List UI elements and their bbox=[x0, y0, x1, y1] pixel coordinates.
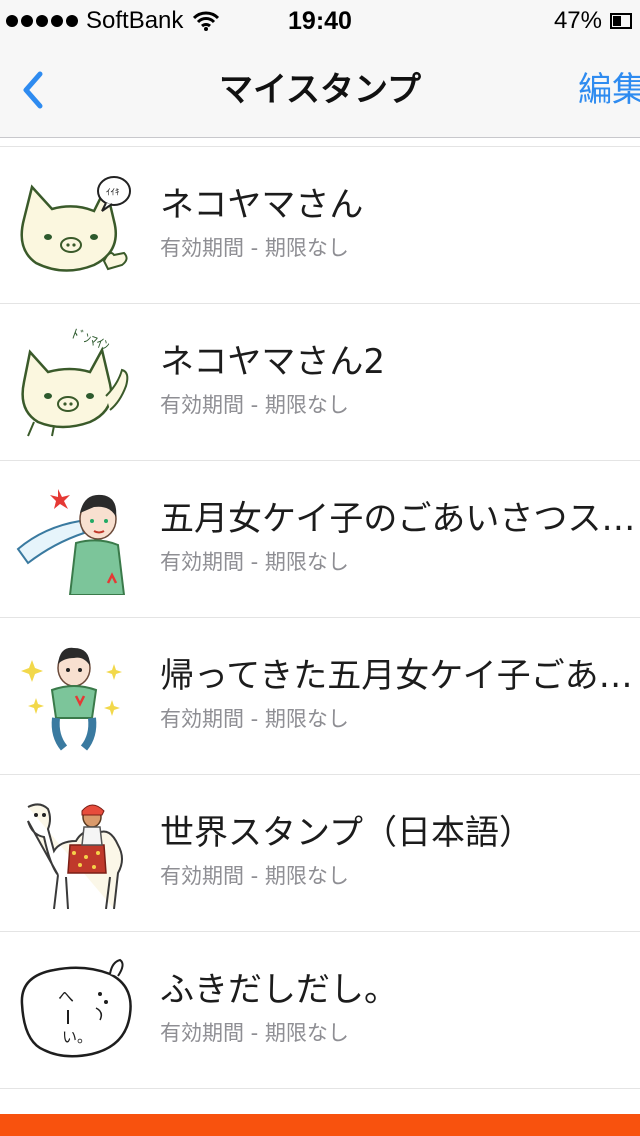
sticker-row[interactable]: 帰ってきた五月女ケイ子ごあ… 有効期間 - 期限なし bbox=[0, 618, 640, 775]
woman-salute-sticker-icon bbox=[16, 489, 126, 595]
battery-level-fill bbox=[613, 16, 622, 26]
edit-button[interactable]: 編集 bbox=[578, 42, 640, 138]
svg-text:ｲｲｷ: ｲｲｷ bbox=[106, 188, 120, 198]
sticker-title: 帰ってきた五月女ケイ子ごあ… bbox=[160, 656, 633, 696]
bottom-banner[interactable] bbox=[0, 1114, 640, 1136]
page-title: マイスタンプ bbox=[219, 70, 421, 110]
sticker-row[interactable]: ﾄﾞﾝﾏｲﾝ ネコヤマさん2 有効期間 - 期限なし bbox=[0, 304, 640, 461]
sticker-list: ｲｲｷ ネコヤマさん 有効期間 - 期限なし ﾄﾞﾝﾏｲﾝ ネコヤマさん2 有効… bbox=[0, 146, 640, 1089]
sticker-validity: 有効期間 - 期限なし bbox=[160, 393, 349, 417]
battery-percent: 47% bbox=[553, 7, 602, 34]
status-bar: SoftBank 19:40 47% bbox=[0, 0, 640, 42]
sticker-title: ネコヤマさん bbox=[160, 185, 364, 225]
sticker-validity: 有効期間 - 期限なし bbox=[160, 864, 349, 888]
cat-waving-sticker-icon: ﾄﾞﾝﾏｲﾝ bbox=[21, 327, 129, 437]
speech-bubble-sticker-icon: へ い。 bbox=[20, 958, 132, 1058]
status-time: 19:40 bbox=[288, 7, 352, 35]
camel-rider-sticker-icon bbox=[27, 803, 123, 909]
cat-thumbs-up-sticker-icon: ｲｲｷ bbox=[20, 176, 131, 272]
sticker-title: ふきだしだし。 bbox=[160, 970, 398, 1010]
battery-icon bbox=[610, 13, 632, 29]
svg-text:へ: へ bbox=[58, 987, 74, 1006]
sticker-row[interactable]: 五月女ケイ子のごあいさつス… 有効期間 - 期限なし bbox=[0, 461, 640, 618]
sticker-row[interactable]: へ い。 ふきだしだし。 有効期間 - 期限なし bbox=[0, 932, 640, 1089]
sticker-validity: 有効期間 - 期限なし bbox=[160, 550, 349, 574]
sticker-row[interactable]: 世界スタンプ（日本語） 有効期間 - 期限なし bbox=[0, 775, 640, 932]
svg-text:い。: い。 bbox=[62, 1028, 92, 1046]
svg-text:ﾄﾞﾝﾏｲﾝ: ﾄﾞﾝﾏｲﾝ bbox=[69, 327, 111, 354]
sticker-validity: 有効期間 - 期限なし bbox=[160, 236, 349, 260]
navigation-bar: マイスタンプ 編集 bbox=[0, 42, 640, 138]
sticker-title: 五月女ケイ子のごあいさつス… bbox=[160, 499, 636, 539]
sticker-row[interactable]: ｲｲｷ ネコヤマさん 有効期間 - 期限なし bbox=[0, 147, 640, 304]
woman-sparkle-sticker-icon bbox=[21, 647, 122, 751]
sticker-title: ネコヤマさん2 bbox=[160, 342, 385, 382]
sticker-title: 世界スタンプ（日本語） bbox=[160, 813, 533, 853]
sticker-validity: 有効期間 - 期限なし bbox=[160, 1021, 349, 1045]
sticker-validity: 有効期間 - 期限なし bbox=[160, 707, 349, 731]
battery-group: 47% bbox=[554, 0, 632, 42]
